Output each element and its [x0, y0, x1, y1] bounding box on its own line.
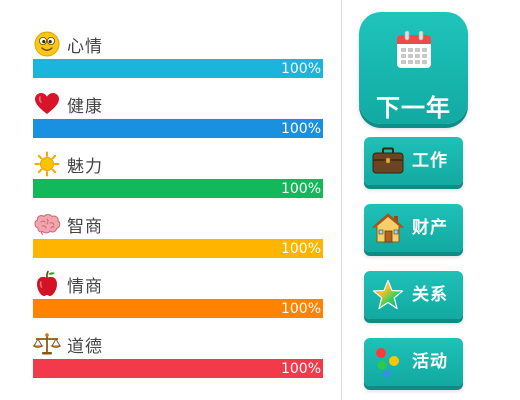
progress-bar-fill: [33, 239, 323, 258]
progress-bar: 100%: [33, 299, 323, 318]
stat-health: 健康 100%: [33, 90, 323, 150]
next-year-button[interactable]: 下一年: [359, 12, 468, 124]
stat-header: 健康: [33, 90, 103, 118]
progress-percent: 100%: [280, 181, 321, 197]
stat-label: 魅力: [67, 156, 103, 177]
heart-icon: [33, 90, 61, 118]
progress-percent: 100%: [280, 361, 321, 377]
star-icon: [371, 278, 405, 312]
progress-bar-fill: [33, 59, 323, 78]
property-button[interactable]: 财产: [364, 204, 463, 252]
stat-iq: 智商 100%: [33, 210, 323, 270]
progress-bar: 100%: [33, 179, 323, 198]
stats-panel: 心情 100% 健康 100% 魅力 100% 智商 100% 情商 100% …: [0, 0, 330, 400]
progress-percent: 100%: [280, 61, 321, 77]
relationship-label: 关系: [412, 285, 448, 305]
progress-bar-fill: [33, 299, 323, 318]
briefcase-icon: [371, 144, 405, 178]
stat-label: 智商: [67, 216, 103, 237]
apple-icon: [33, 270, 61, 298]
brain-icon: [33, 210, 61, 238]
progress-bar-fill: [33, 359, 323, 378]
activity-button[interactable]: 活动: [364, 338, 463, 386]
progress-percent: 100%: [280, 121, 321, 137]
house-icon: [371, 211, 405, 245]
stat-eq: 情商 100%: [33, 270, 323, 330]
stat-header: 智商: [33, 210, 103, 238]
divider: [341, 0, 342, 400]
stat-mood: 心情 100%: [33, 30, 323, 90]
stat-header: 道德: [33, 330, 103, 358]
progress-bar-fill: [33, 119, 323, 138]
progress-bar: 100%: [33, 239, 323, 258]
relationship-button[interactable]: 关系: [364, 271, 463, 319]
dots-icon: [371, 345, 405, 379]
next-year-label: 下一年: [376, 94, 451, 122]
sun-icon: [33, 150, 61, 178]
work-label: 工作: [412, 151, 448, 171]
stat-label: 情商: [67, 276, 103, 297]
progress-bar: 100%: [33, 119, 323, 138]
progress-bar: 100%: [33, 59, 323, 78]
progress-percent: 100%: [280, 301, 321, 317]
progress-bar: 100%: [33, 359, 323, 378]
calendar-icon: [396, 30, 432, 74]
stat-header: 情商: [33, 270, 103, 298]
stat-charm: 魅力 100%: [33, 150, 323, 210]
stat-label: 道德: [67, 336, 103, 357]
scales-icon: [33, 330, 61, 358]
stat-label: 健康: [67, 96, 103, 117]
stat-header: 魅力: [33, 150, 103, 178]
stat-header: 心情: [33, 30, 103, 58]
property-label: 财产: [412, 218, 448, 238]
stat-morality: 道德 100%: [33, 330, 323, 390]
smiley-face-icon: [33, 30, 61, 58]
activity-label: 活动: [412, 352, 448, 372]
progress-bar-fill: [33, 179, 323, 198]
work-button[interactable]: 工作: [364, 137, 463, 185]
stat-label: 心情: [67, 36, 103, 57]
progress-percent: 100%: [280, 241, 321, 257]
